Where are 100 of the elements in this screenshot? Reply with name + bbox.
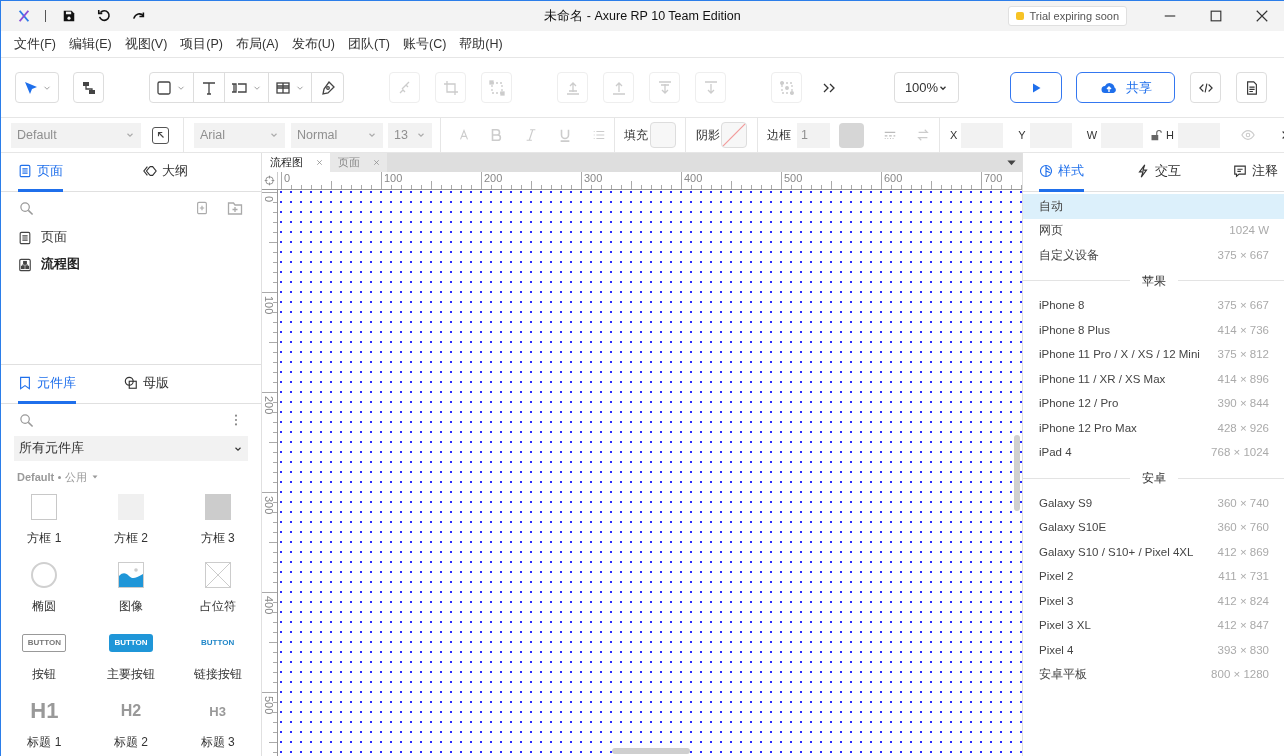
widget-label: 标题 2 (114, 734, 148, 751)
ruler-label: 500 (781, 172, 803, 189)
device-name: 自动 (1039, 198, 1063, 214)
bold-icon[interactable] (489, 128, 503, 142)
device-size: 390 × 844 (1217, 396, 1269, 412)
connector-tool-button[interactable] (73, 72, 104, 103)
placeholder-icon[interactable] (204, 562, 231, 588)
device-size: 768 × 1024 (1211, 445, 1269, 461)
dropdown-icon[interactable] (1006, 157, 1017, 168)
rectangle-preview[interactable] (204, 494, 231, 520)
font-color-icon[interactable] (457, 128, 471, 142)
device-size: 375 × 667 (1217, 247, 1269, 263)
style-edit-button[interactable] (152, 126, 169, 144)
ellipse-preview[interactable] (31, 562, 58, 588)
device-size: 411 × 731 (1218, 569, 1269, 585)
unlock-icon[interactable] (1150, 129, 1163, 141)
button-preview[interactable]: BUTTON (22, 634, 67, 652)
pointer-icon (22, 79, 39, 96)
share-button[interactable]: 共享 (1076, 72, 1175, 103)
device-name: iPhone 8 Plus (1039, 322, 1110, 338)
document-tab[interactable]: 流程图 (262, 153, 330, 172)
menu-item[interactable]: 项目(P) (180, 34, 223, 54)
ruler-label: 100 (263, 296, 275, 315)
widget-label: 方框 3 (200, 530, 235, 547)
panel-tab[interactable]: 交互 (1136, 153, 1181, 192)
link-preview[interactable]: BUTTON (195, 634, 240, 652)
image-icon[interactable] (118, 562, 144, 588)
arrow-icon (155, 130, 166, 140)
library-group-sub: 公用 (65, 469, 88, 485)
panel-tab[interactable]: 母版 (124, 365, 169, 404)
page-tree-item[interactable]: 页面 (1, 224, 261, 251)
scrollbar-thumb[interactable] (612, 748, 690, 754)
page-tree-item[interactable]: 流程图 (1, 251, 261, 278)
shadow-swatch[interactable] (721, 122, 747, 148)
menu-item[interactable]: 账号(C) (403, 34, 447, 54)
coordinate-label: Y (1018, 127, 1026, 143)
menu-item[interactable]: 帮助(H) (459, 34, 503, 54)
widget-label: 椭圆 (32, 598, 57, 615)
ruler-label: 700 (981, 172, 1003, 189)
menu-item[interactable]: 布局(A) (236, 34, 279, 54)
menu-item[interactable]: 编辑(E) (68, 34, 112, 54)
menu-item[interactable]: 视图(V) (124, 34, 168, 54)
menu-item[interactable]: 发布(U) (291, 34, 335, 54)
pen-icon (319, 79, 336, 96)
trial-text: Trial expiring soon (1029, 8, 1119, 24)
dot-separator (58, 475, 62, 479)
logo-icon (17, 9, 31, 23)
close-icon[interactable] (1255, 9, 1269, 23)
table-icon (275, 79, 292, 96)
border-color-swatch[interactable] (839, 122, 864, 148)
scrollbar-thumb[interactable] (1014, 435, 1020, 511)
device-size: 375 × 812 (1217, 347, 1269, 363)
search-icon[interactable] (19, 412, 34, 428)
ruler-label: 200 (263, 396, 275, 415)
trial-badge[interactable]: Trial expiring soon (1007, 6, 1127, 26)
code-button[interactable] (1190, 72, 1221, 103)
zoom-select[interactable]: 100% (894, 72, 959, 103)
device-size: 428 × 926 (1217, 420, 1269, 436)
device-name: 自定义设备 (1039, 247, 1099, 263)
ruler-label: 400 (681, 172, 703, 189)
maximize-icon[interactable] (1209, 9, 1223, 23)
preview-button[interactable] (1010, 72, 1062, 103)
flowchart-page-icon (18, 257, 32, 272)
device-row[interactable]: 自动 (1023, 194, 1284, 219)
device-name: 网页 (1039, 223, 1063, 239)
arrow-style-icon[interactable] (916, 128, 930, 142)
caret-icon[interactable] (91, 473, 100, 481)
underline-icon[interactable] (558, 128, 572, 142)
add-folder-icon[interactable] (227, 200, 243, 216)
list-icon[interactable] (592, 128, 606, 142)
menu-item[interactable]: 团队(T) (348, 34, 390, 54)
panel-tab[interactable]: 注释 (1233, 153, 1278, 192)
crosshair-icon[interactable] (264, 175, 275, 186)
device-name: iPhone 11 / XR / XS Max (1039, 371, 1166, 387)
ruler-label: 600 (881, 172, 903, 189)
undo-icon[interactable] (97, 9, 111, 23)
pointer-tool-button[interactable] (15, 72, 59, 103)
document-button[interactable] (1236, 72, 1267, 103)
add-page-icon[interactable] (195, 200, 209, 216)
menu-item[interactable]: 文件(F) (14, 34, 56, 54)
dot-grid-canvas[interactable] (278, 190, 1022, 756)
device-name: Galaxy S9 (1039, 495, 1093, 511)
visibility-icon[interactable] (1241, 128, 1256, 142)
save-icon[interactable] (62, 9, 76, 23)
panel-tab[interactable]: 元件库 (18, 365, 76, 404)
device-size: 414 × 896 (1217, 371, 1269, 387)
device-name: Pixel 3 (1039, 593, 1074, 609)
italic-icon[interactable] (524, 128, 538, 142)
panel-tab[interactable]: 页面 (18, 153, 63, 192)
section-header: 安卓 (1141, 470, 1166, 487)
widget-label: 方框 2 (114, 530, 148, 547)
library-select[interactable]: 所有元件库 (14, 436, 248, 461)
device-name: Galaxy S10E (1039, 520, 1107, 536)
rectangle-preview[interactable] (31, 494, 58, 520)
panel-tab[interactable]: 大纲 (143, 153, 188, 192)
search-icon[interactable] (19, 200, 34, 216)
ruler-label: 0 (281, 172, 291, 189)
fill-swatch[interactable] (650, 122, 676, 148)
ruler-label: 300 (263, 496, 275, 515)
device-size: 1024 W (1229, 223, 1269, 239)
